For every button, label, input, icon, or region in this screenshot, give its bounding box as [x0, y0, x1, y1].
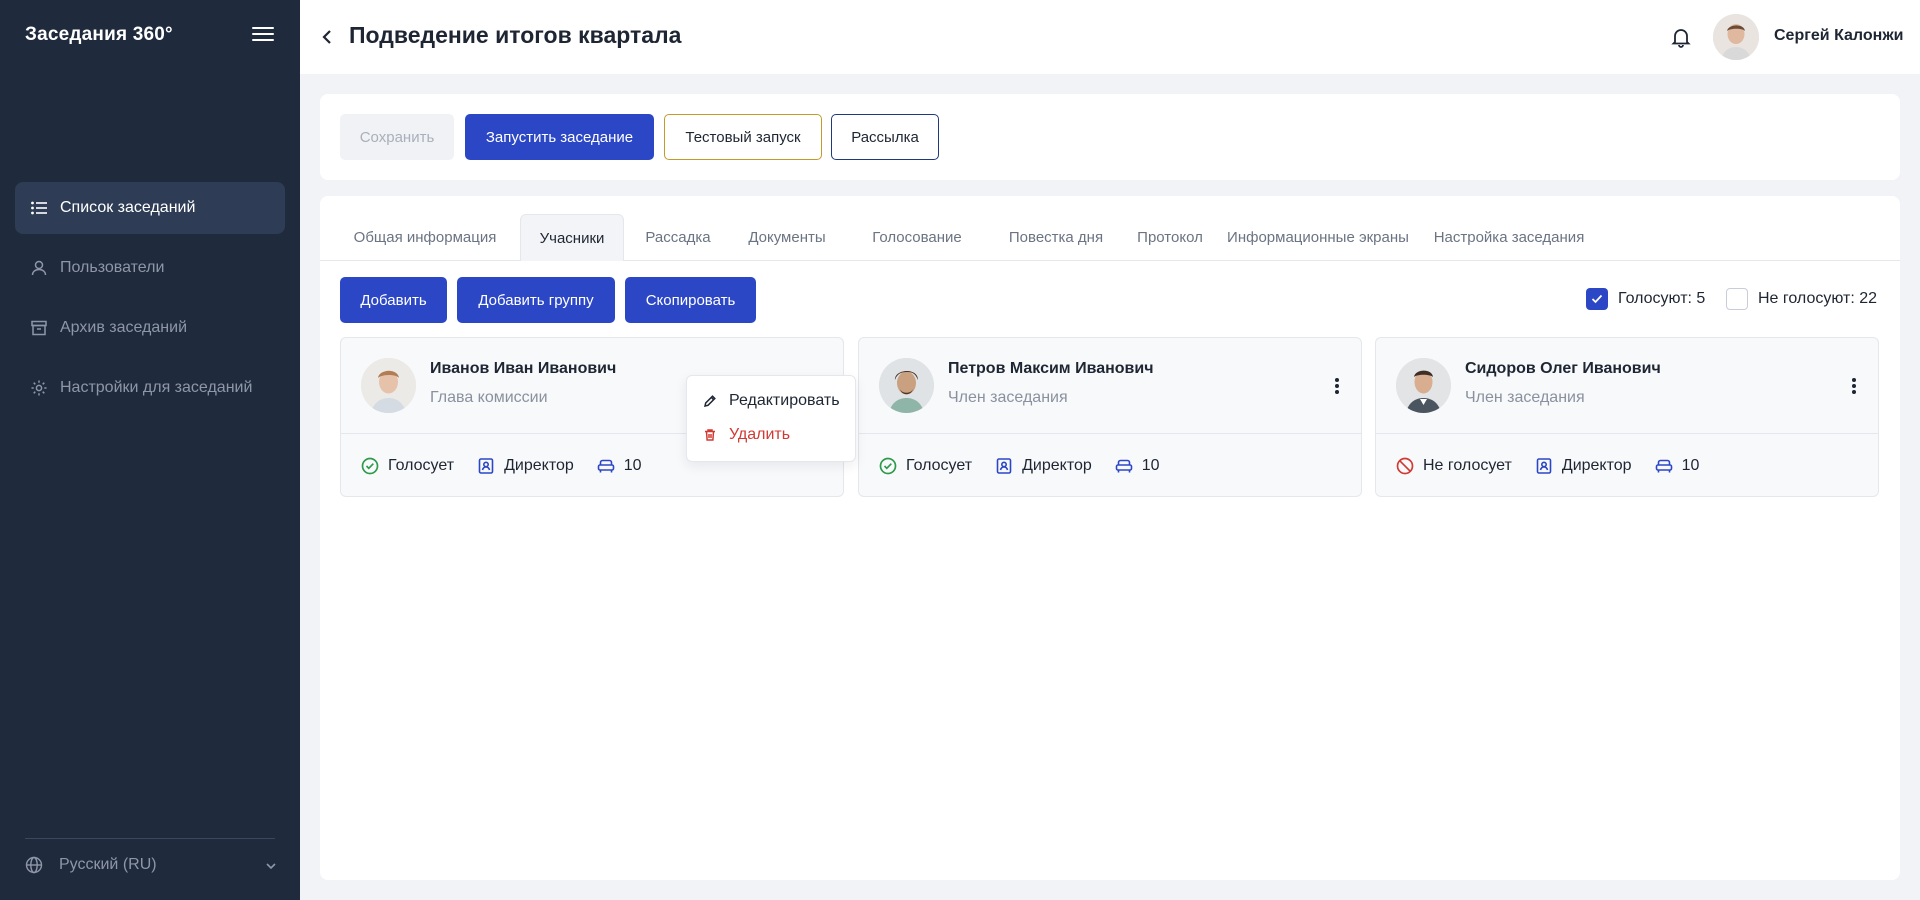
add-button[interactable]: Добавить — [340, 277, 447, 323]
check-circle-icon — [879, 457, 897, 475]
member-details: Голосует Директор 10 — [879, 455, 1183, 477]
list-icon — [30, 199, 48, 217]
divider — [25, 838, 275, 839]
member-name: Петров Максим Иванович — [948, 360, 1154, 377]
seat-icon — [1655, 457, 1673, 475]
tab-protocol[interactable]: Протокол — [1128, 214, 1212, 260]
id-badge-icon — [995, 457, 1013, 475]
member-seat: 10 — [623, 457, 642, 474]
member-position: Директор — [504, 457, 574, 474]
chevron-down-icon — [265, 859, 277, 871]
app-brand: Заседания 360° — [25, 24, 173, 45]
gear-icon — [30, 379, 48, 397]
voting-checkbox[interactable] — [1586, 288, 1608, 310]
delete-label: Удалить — [729, 426, 791, 443]
member-position: Директор — [1561, 457, 1632, 474]
sidebar-item-settings[interactable]: Настройки для заседаний — [15, 362, 285, 414]
not-voting-filter-label: Не голосуют: 22 — [1758, 290, 1878, 307]
member-details: Не голосует Директор 10 — [1396, 455, 1722, 477]
member-seat: 10 — [1681, 457, 1700, 474]
not-voting-checkbox[interactable] — [1726, 288, 1748, 310]
edit-menu-item[interactable]: Редактировать — [703, 390, 840, 412]
tab-general[interactable]: Общая информация — [340, 214, 510, 260]
users-icon — [30, 259, 48, 277]
voting-filter[interactable]: Голосуют: 5 — [1586, 288, 1705, 310]
trash-icon — [703, 428, 717, 442]
member-role: Член заседания — [948, 389, 1068, 406]
member-card-header: Сидоров Олег Иванович Член заседания — [1376, 338, 1878, 434]
member-card: Иванов Иван Иванович Глава комиссии Голо… — [340, 337, 856, 497]
edit-label: Редактировать — [729, 392, 840, 409]
member-details: Голосует Директор 10 — [361, 455, 665, 477]
copy-button[interactable]: Скопировать — [625, 277, 756, 323]
pencil-icon — [703, 394, 717, 408]
menu-toggle-icon[interactable] — [252, 27, 274, 45]
language-selector[interactable]: Русский (RU) — [25, 853, 277, 877]
tab-agenda[interactable]: Повестка дня — [992, 214, 1120, 260]
language-label: Русский (RU) — [59, 856, 157, 873]
seat-icon — [597, 457, 615, 475]
member-avatar — [1396, 358, 1451, 413]
more-vertical-icon[interactable] — [1844, 376, 1864, 396]
member-role: Глава комиссии — [430, 389, 548, 406]
tab-meeting-settings[interactable]: Настройка заседания — [1424, 214, 1594, 260]
top-header: Подведение итогов квартала Сергей Калонж… — [300, 0, 1920, 74]
member-card-header: Петров Максим Иванович Член заседания — [859, 338, 1361, 434]
tab-seating[interactable]: Рассадка — [632, 214, 724, 260]
more-vertical-icon[interactable] — [1327, 376, 1347, 396]
sidebar-item-users[interactable]: Пользователи — [15, 242, 285, 294]
tab-voting[interactable]: Голосование — [850, 214, 984, 260]
sidebar-nav: Список заседаний Пользователи Архив засе… — [15, 182, 285, 422]
member-status: Голосует — [388, 457, 455, 474]
member-role: Член заседания — [1465, 389, 1585, 406]
member-status: Голосует — [906, 457, 973, 474]
bell-icon[interactable] — [1670, 26, 1692, 48]
member-status: Не голосует — [1423, 457, 1512, 474]
test-run-button[interactable]: Тестовый запуск — [664, 114, 822, 160]
user-avatar[interactable] — [1713, 14, 1759, 60]
start-meeting-button[interactable]: Запустить заседание — [465, 114, 654, 160]
mailing-button[interactable]: Рассылка — [831, 114, 939, 160]
id-badge-icon — [477, 457, 495, 475]
member-name: Сидоров Олег Иванович — [1465, 360, 1661, 377]
sidebar-item-archive[interactable]: Архив заседаний — [15, 302, 285, 354]
back-arrow-icon[interactable] — [318, 27, 338, 47]
not-voting-filter[interactable]: Не голосуют: 22 — [1726, 288, 1877, 310]
member-card: Сидоров Олег Иванович Член заседания Не … — [1375, 337, 1879, 497]
member-position: Директор — [1022, 457, 1092, 474]
ban-icon — [1396, 457, 1414, 475]
toolbar: Сохранить Запустить заседание Тестовый з… — [320, 94, 1900, 180]
globe-icon — [25, 856, 43, 874]
member-avatar — [879, 358, 934, 413]
seat-icon — [1115, 457, 1133, 475]
main-panel: Общая информация Учасники Рассадка Докум… — [320, 196, 1900, 880]
add-group-button[interactable]: Добавить группу — [457, 277, 615, 323]
member-card: Петров Максим Иванович Член заседания Го… — [858, 337, 1362, 497]
check-circle-icon — [361, 457, 379, 475]
user-name: Сергей Калонжи — [1774, 27, 1904, 44]
page-title: Подведение итогов квартала — [349, 22, 682, 48]
id-badge-icon — [1535, 457, 1553, 475]
tab-bar: Общая информация Учасники Рассадка Докум… — [320, 214, 1900, 261]
member-name: Иванов Иван Иванович — [430, 360, 617, 377]
sidebar-item-meetings[interactable]: Список заседаний — [15, 182, 285, 234]
tab-info-screens[interactable]: Информационные экраны — [1220, 214, 1416, 260]
sidebar: Заседания 360° Список заседаний Пользова… — [0, 0, 300, 900]
sidebar-item-label: Архив заседаний — [60, 319, 187, 336]
tab-participants[interactable]: Учасники — [520, 214, 624, 261]
archive-icon — [30, 319, 48, 337]
sidebar-item-label: Список заседаний — [60, 199, 196, 216]
sidebar-item-label: Пользователи — [60, 259, 165, 276]
member-avatar — [361, 358, 416, 413]
voting-filter-label: Голосуют: 5 — [1618, 290, 1706, 307]
member-seat: 10 — [1141, 457, 1160, 474]
save-button[interactable]: Сохранить — [340, 114, 454, 160]
member-context-menu: Редактировать Удалить — [686, 375, 856, 462]
tab-documents[interactable]: Документы — [732, 214, 842, 260]
sidebar-item-label: Настройки для заседаний — [60, 379, 253, 396]
delete-menu-item[interactable]: Удалить — [703, 424, 790, 446]
